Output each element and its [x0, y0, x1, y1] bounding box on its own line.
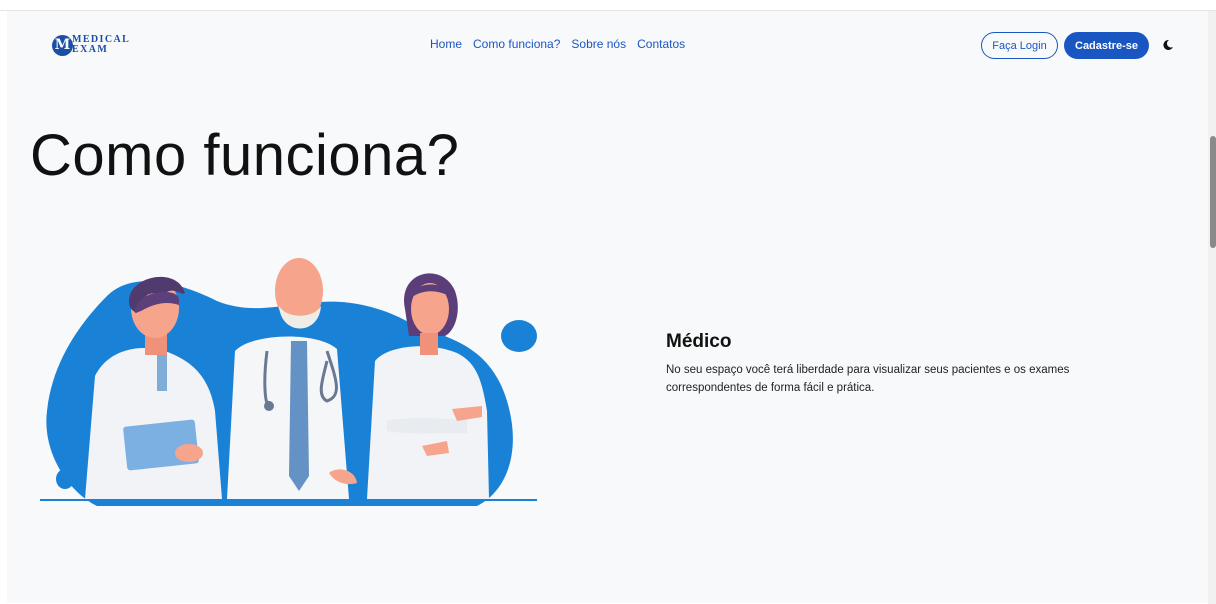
logo-text: MEDICAL EXAM [72, 35, 130, 55]
page: M MEDICAL EXAM Home Como funciona? Sobre… [7, 11, 1208, 603]
logo-badge: M [52, 34, 73, 56]
moon-icon[interactable] [1162, 39, 1174, 51]
signup-button[interactable]: Cadastre-se [1064, 32, 1149, 59]
login-button[interactable]: Faça Login [981, 32, 1058, 59]
nav-sobre-nos[interactable]: Sobre nós [571, 37, 626, 51]
doctors-illustration [40, 258, 537, 506]
logo-line-2: EXAM [72, 44, 109, 55]
logo[interactable]: M MEDICAL EXAM [52, 32, 130, 58]
nav-como-funciona[interactable]: Como funciona? [473, 37, 560, 51]
card-description: No seu espaço você terá liberdade para v… [666, 364, 1070, 394]
nav-home[interactable]: Home [430, 37, 462, 51]
scrollbar-track[interactable] [1208, 11, 1216, 604]
nav-contatos[interactable]: Contatos [637, 37, 685, 51]
main-nav: Home Como funciona? Sobre nós Contatos [430, 37, 685, 51]
page-title: Como funciona? [30, 123, 460, 188]
card-title: Médico [666, 331, 732, 352]
scrollbar-thumb[interactable] [1210, 136, 1216, 248]
